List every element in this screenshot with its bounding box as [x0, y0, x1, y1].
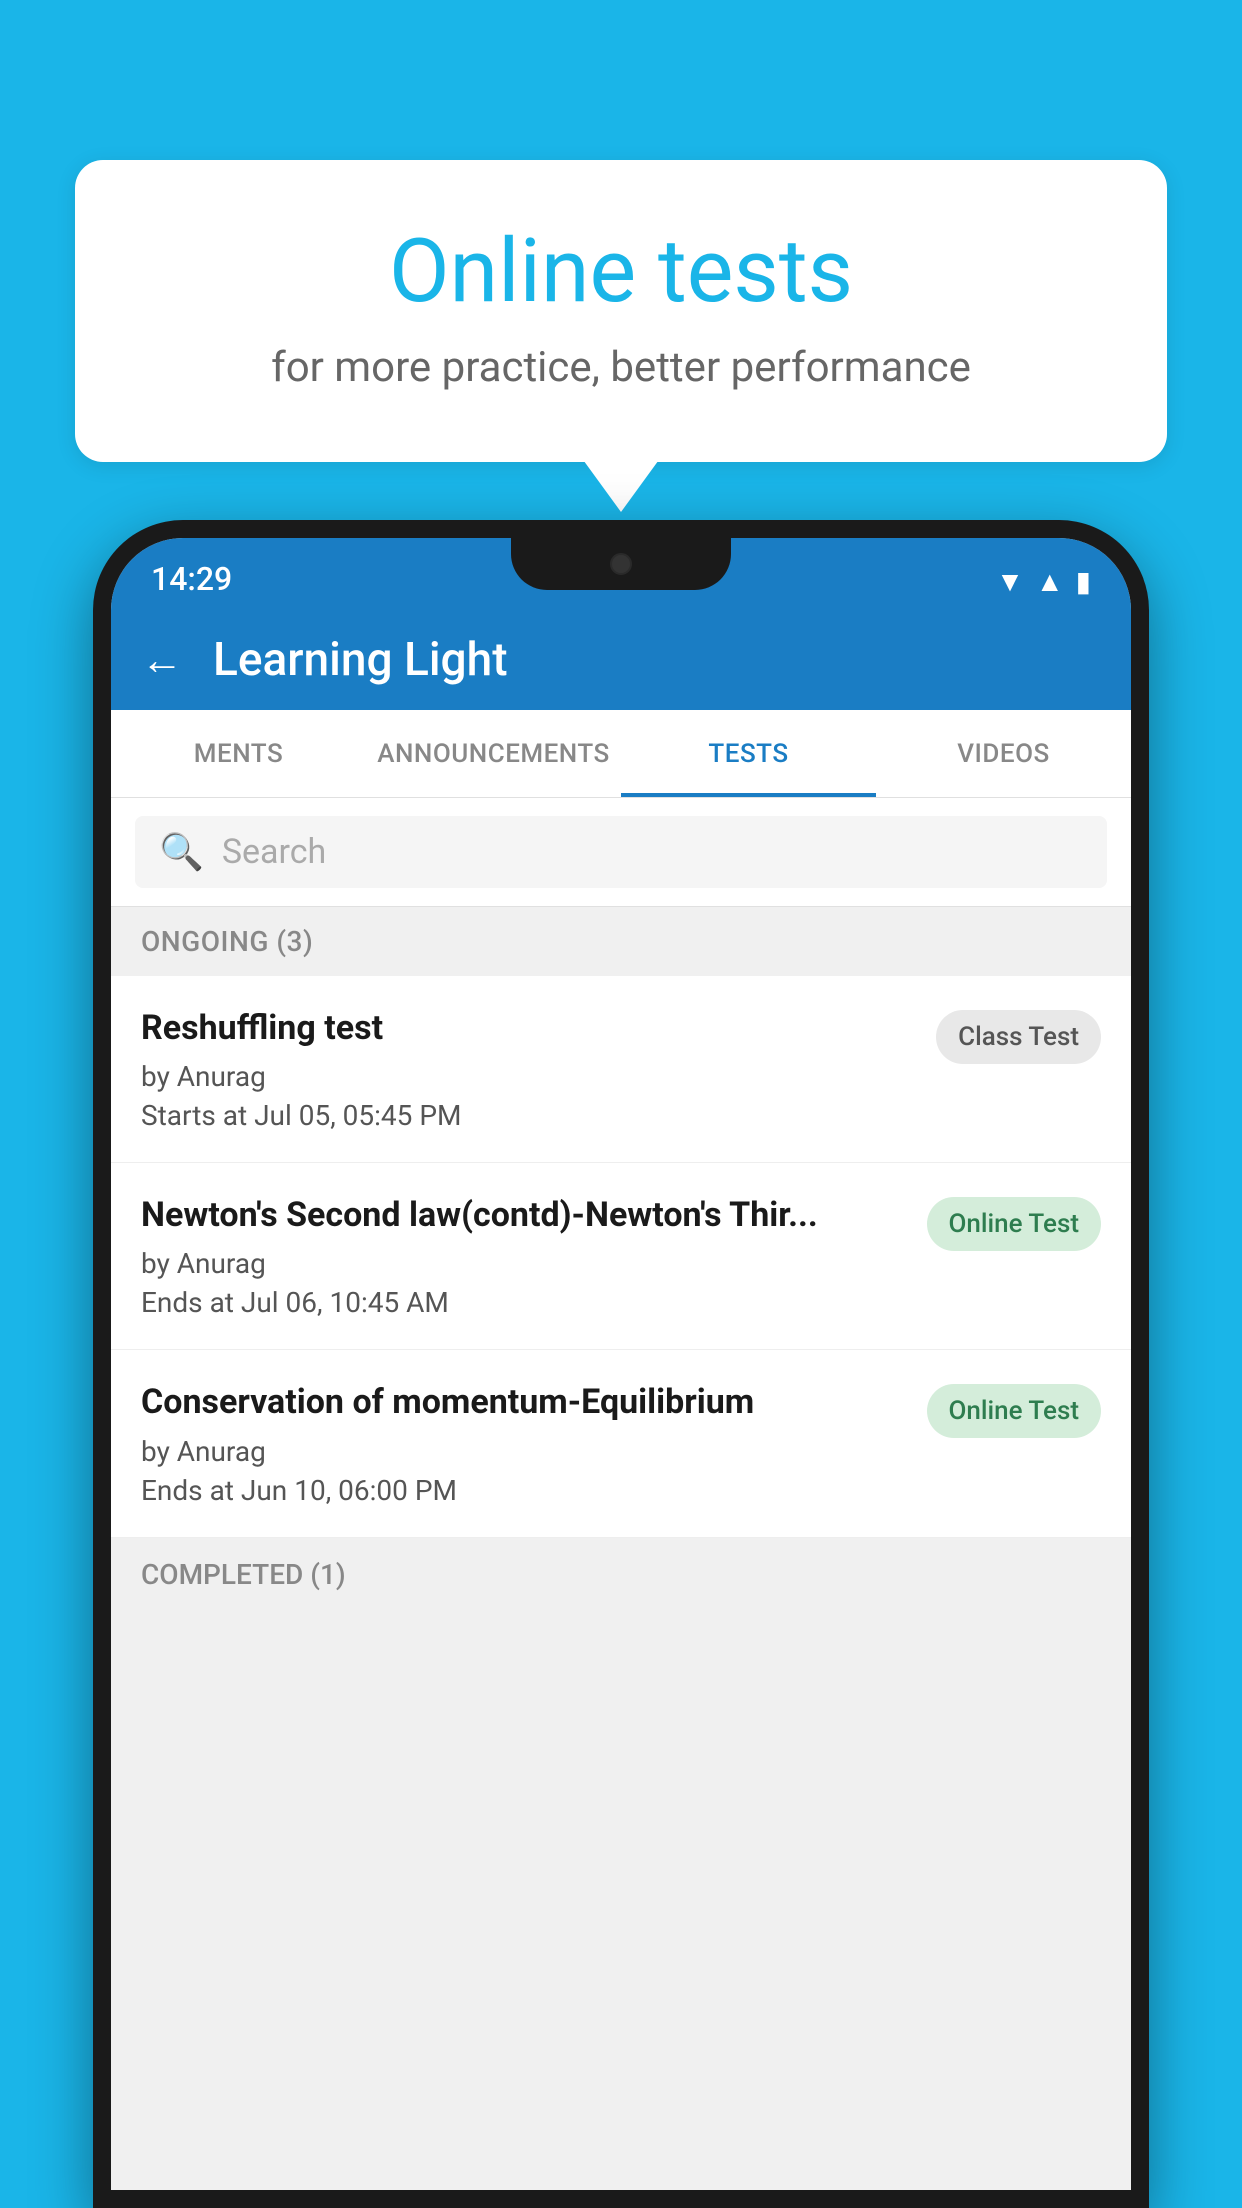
search-container: 🔍 Search [111, 798, 1131, 907]
speech-bubble: Online tests for more practice, better p… [75, 160, 1167, 462]
test-item-2[interactable]: Conservation of momentum-Equilibrium by … [111, 1350, 1131, 1537]
test-time-0: Starts at Jul 05, 05:45 PM [141, 1099, 916, 1132]
tabs-bar: MENTS ANNOUNCEMENTS TESTS VIDEOS [111, 710, 1131, 798]
test-time-2: Ends at Jun 10, 06:00 PM [141, 1474, 907, 1507]
wifi-icon: ▼ [996, 565, 1024, 598]
phone-notch [511, 538, 731, 590]
test-author-2: by Anurag [141, 1435, 907, 1468]
test-info-1: Newton's Second law(contd)-Newton's Thir… [141, 1193, 907, 1319]
battery-icon: ▮ [1076, 565, 1091, 598]
test-badge-2: Online Test [927, 1384, 1102, 1438]
section-ongoing-header: ONGOING (3) [111, 907, 1131, 976]
bubble-subtitle: for more practice, better performance [125, 343, 1117, 392]
status-time: 14:29 [151, 560, 232, 598]
test-time-1: Ends at Jul 06, 10:45 AM [141, 1286, 907, 1319]
test-name-1: Newton's Second law(contd)-Newton's Thir… [141, 1193, 907, 1237]
tab-ments[interactable]: MENTS [111, 710, 366, 797]
tab-tests[interactable]: TESTS [621, 710, 876, 797]
signal-icon: ▲ [1036, 565, 1064, 598]
app-header: ← Learning Light [111, 610, 1131, 710]
tests-list: Reshuffling test by Anurag Starts at Jul… [111, 976, 1131, 1538]
phone-frame: 14:29 ▼ ▲ ▮ ← Learning Light MENTS ANNOU… [93, 520, 1149, 2208]
search-bar[interactable]: 🔍 Search [135, 816, 1107, 888]
tab-videos[interactable]: VIDEOS [876, 710, 1131, 797]
tab-announcements[interactable]: ANNOUNCEMENTS [366, 710, 621, 797]
search-icon: 🔍 [159, 831, 204, 873]
section-completed-label: COMPLETED (1) [141, 1558, 346, 1591]
test-author-0: by Anurag [141, 1060, 916, 1093]
app-title: Learning Light [213, 633, 508, 687]
camera-dot [610, 553, 632, 575]
test-name-0: Reshuffling test [141, 1006, 916, 1050]
status-icons: ▼ ▲ ▮ [996, 565, 1091, 598]
bubble-title: Online tests [125, 220, 1117, 323]
test-info-0: Reshuffling test by Anurag Starts at Jul… [141, 1006, 916, 1132]
test-item-0[interactable]: Reshuffling test by Anurag Starts at Jul… [111, 976, 1131, 1163]
section-ongoing-label: ONGOING (3) [141, 925, 313, 958]
test-info-2: Conservation of momentum-Equilibrium by … [141, 1380, 907, 1506]
test-item-1[interactable]: Newton's Second law(contd)-Newton's Thir… [111, 1163, 1131, 1350]
test-author-1: by Anurag [141, 1247, 907, 1280]
test-badge-1: Online Test [927, 1197, 1102, 1251]
section-completed-header: COMPLETED (1) [111, 1540, 1131, 1609]
search-placeholder: Search [222, 832, 326, 872]
test-badge-0: Class Test [936, 1010, 1101, 1064]
test-name-2: Conservation of momentum-Equilibrium [141, 1380, 907, 1424]
phone-inner: 14:29 ▼ ▲ ▮ ← Learning Light MENTS ANNOU… [111, 538, 1131, 2190]
back-button[interactable]: ← [141, 636, 183, 685]
